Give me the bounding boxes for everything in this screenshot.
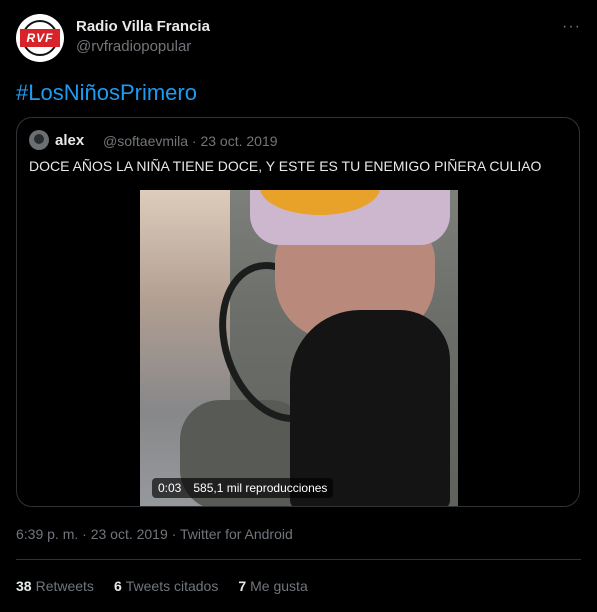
author-avatar[interactable]: RVF [16,14,64,62]
video-frame-pants [290,310,450,506]
author-handle[interactable]: @rvfradiopopular [76,38,191,55]
quote-tweets-stat[interactable]: 6 Tweets citados [114,578,218,594]
quoted-tweet-text: DOCE AÑOS LA NIÑA TIENE DOCE, Y ESTE ES … [29,158,542,174]
tweet-hashtag-link[interactable]: #LosNiñosPrimero [16,80,197,106]
likes-stat[interactable]: 7 Me gusta [238,578,307,594]
retweets-label: Retweets [35,578,94,594]
quotes-label: Tweets citados [125,578,219,594]
more-options-icon[interactable]: ··· [562,18,581,36]
divider [16,559,581,560]
video-info-badge: 0:03 585,1 mil reproducciones [152,478,334,498]
tweet-header: RVF Radio Villa Francia @rvfradiopopular… [16,14,581,62]
retweets-count: 38 [16,578,32,594]
video-view-count: 585,1 mil reproducciones [193,481,328,495]
tweet-timestamp[interactable]: 6:39 p. m. · 23 oct. 2019 · Twitter for … [16,526,293,542]
retweets-stat[interactable]: 38 Retweets [16,578,94,594]
quoted-author-avatar [29,130,49,150]
video-duration: 0:03 [158,481,182,495]
quotes-count: 6 [113,578,122,594]
quoted-video-player[interactable]: 0:03 585,1 mil reproducciones [140,190,458,506]
tweet-stats: 38 Retweets 6 Tweets citados 7 Me gusta [16,578,328,594]
avatar-logo-text: RVF [20,29,60,47]
quoted-author-meta: @softaevmila · 23 oct. 2019 [103,133,278,149]
author-name[interactable]: Radio Villa Francia [76,18,210,35]
quoted-tweet-card[interactable]: alex @softaevmila · 23 oct. 2019 DOCE AÑ… [16,117,580,507]
likes-count: 7 [238,578,247,594]
quoted-author-name: alex [55,132,85,149]
likes-label: Me gusta [250,578,308,594]
